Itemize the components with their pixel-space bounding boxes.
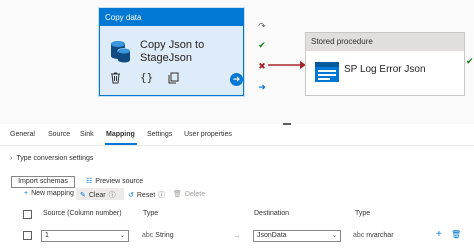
database-copy-icon [110,39,132,65]
column-header-destination: Destination [254,210,290,217]
source-column-select[interactable]: 1 ⌄ [41,230,129,242]
mapping-arrow-icon: → [233,231,241,240]
eraser-icon: ✎ [80,192,86,199]
failure-connector-line [268,61,306,69]
completion-path-icon[interactable]: ➜ [256,81,268,93]
trash-icon: 🗑 [173,191,182,198]
sp-activity-body: SP Log Error Json [306,51,464,96]
destination-column-select[interactable]: JsonData ⌄ [253,230,341,242]
add-row-icon[interactable]: + [436,229,442,240]
copy-activity-header: Copy data [100,9,243,26]
stored-procedure-activity[interactable]: Stored procedure SP Log Error Json [305,32,465,96]
mapping-toolbar: + New mapping ✎ Clear ⓘ ↺ Reset ⓘ 🗑 Delete [0,188,474,200]
delete-row-icon[interactable]: 🗑 [451,230,461,239]
column-header-dest-type: Type [355,210,371,217]
tab-settings[interactable]: Settings [147,131,172,138]
stored-procedure-icon [315,62,339,84]
copy-icon[interactable] [168,72,179,86]
tab-general[interactable]: General [10,131,35,138]
delete-icon[interactable] [110,72,121,86]
skip-path-icon[interactable]: ↷ [256,20,268,32]
success-path-icon[interactable]: ✔ [256,39,268,51]
reset-button[interactable]: ↺ Reset ⓘ [128,190,165,200]
source-type-cell: abc String [142,232,174,239]
info-icon: ⓘ [108,192,116,199]
active-tab-indicator [105,143,137,145]
copy-data-activity[interactable]: Copy data Copy Json to StageJson {} ➜ [99,8,244,96]
tab-mapping[interactable]: Mapping [106,131,135,138]
preview-source-button[interactable]: ☷ Preview source [86,177,143,185]
delete-button[interactable]: 🗑 Delete [173,190,205,198]
column-header-type: Type [143,210,159,217]
properties-tabs: General Source Sink Mapping Settings Use… [0,126,474,146]
run-arrow-icon[interactable]: ➜ [230,73,243,86]
select-all-checkbox[interactable] [23,210,32,219]
row-checkbox[interactable] [23,231,32,240]
success-check-icon[interactable]: ✔ [466,56,474,67]
code-icon[interactable]: {} [140,71,153,84]
copy-activity-title: Copy Json to StageJson [140,39,205,64]
preview-icon: ☷ [86,178,93,185]
new-mapping-button[interactable]: + New mapping [24,190,74,197]
string-type-icon: abc [142,232,154,239]
chevron-down-icon: ⌄ [119,233,125,239]
tab-source[interactable]: Source [48,131,70,138]
copy-activity-body: Copy Json to StageJson {} ➜ [100,26,243,95]
chevron-down-icon: ⌄ [331,233,337,239]
import-schemas-button[interactable]: Import schemas [11,176,75,188]
info-icon: ⓘ [158,192,166,199]
tab-user-properties[interactable]: User properties [184,131,232,138]
chevron-right-icon: › [10,155,13,162]
tab-sink[interactable]: Sink [80,131,94,138]
panel-resize-handle[interactable] [283,123,291,125]
sp-activity-header: Stored procedure [306,33,464,51]
type-conversion-toggle[interactable]: › Type conversion settings [10,155,93,162]
pipeline-canvas[interactable]: Copy data Copy Json to StageJson {} ➜ ↷ … [0,0,474,124]
string-type-icon: abc [353,232,365,239]
clear-button[interactable]: ✎ Clear ⓘ [80,190,116,200]
column-header-source: Source (Column number) [43,210,122,217]
sp-activity-title: SP Log Error Json [344,64,426,75]
reset-icon: ↺ [128,192,134,199]
plus-icon: + [24,190,29,197]
destination-type-cell: abc nvarchar [353,232,394,239]
